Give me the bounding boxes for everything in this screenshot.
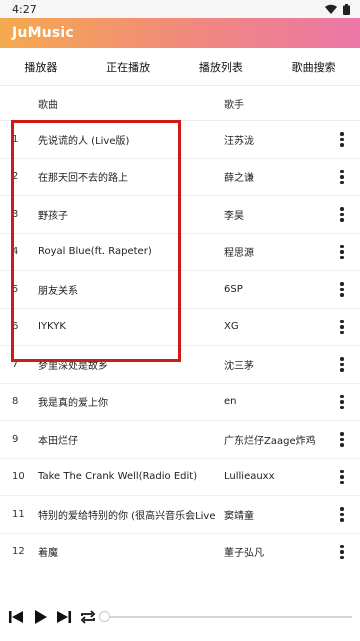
song-artist: XG [224,321,239,333]
wifi-icon [325,4,337,14]
song-title: 野孩子 [38,210,68,222]
song-title: 着魔 [38,548,58,559]
song-number: 10 [12,471,25,483]
song-title: 在那天回不去的路上 [38,173,128,185]
song-row[interactable]: 3 野孩子 李昊 [0,196,360,234]
more-vert-icon[interactable] [334,389,350,416]
progress-thumb[interactable] [99,611,110,622]
more-vert-icon[interactable] [334,351,350,378]
song-artist: 董子弘凡 [224,548,264,559]
song-title: IYKYK [38,321,66,333]
song-title: 我是真的爱上你 [38,398,108,410]
song-artist: 汪苏泷 [224,135,254,147]
skip-next-icon [57,611,71,623]
song-row[interactable]: 6 IYKYK XG [0,309,360,346]
song-title: 本田烂仔 [38,435,78,447]
more-vert-icon[interactable] [334,201,350,228]
song-artist: 6SP [224,283,243,295]
song-number: 9 [12,433,19,445]
song-number: 6 [12,321,19,333]
song-row[interactable]: 8 我是真的爱上你 en [0,384,360,421]
song-row[interactable]: 10 Take The Crank Well(Radio Edit) Lulliea… [0,459,360,496]
player-bar [0,598,360,636]
song-artist: 程思源 [224,248,254,260]
battery-icon [343,3,350,15]
header-title: 歌曲 [38,99,58,111]
more-vert-icon[interactable] [334,276,350,303]
progress-track[interactable] [102,616,352,618]
next-button[interactable] [54,607,74,627]
song-row[interactable]: 4 Royal Blue(ft. Rapeter) 程思源 [0,234,360,271]
more-vert-icon[interactable] [334,464,350,491]
more-vert-icon[interactable] [334,239,350,266]
song-number: 3 [12,208,19,220]
song-row[interactable]: 9 本田烂仔 广东烂仔Zaage炸鸡 [0,421,360,459]
tab-song-search[interactable]: 歌曲搜索 [284,53,344,81]
song-number: 5 [12,283,19,295]
song-artist: 薛之谦 [224,173,254,185]
song-row[interactable]: 1 先说谎的人 (Live版) 汪苏泷 [0,121,360,159]
more-vert-icon[interactable] [334,126,350,153]
song-number: 12 [12,546,25,558]
song-row[interactable]: 2 在那天回不去的路上 薛之谦 [0,159,360,196]
more-vert-icon[interactable] [334,314,350,341]
table-header: 歌曲 歌手 [0,86,360,121]
tab-player[interactable]: 播放器 [16,53,65,81]
song-artist: 李昊 [224,210,244,222]
song-row[interactable]: 11 特别的爱给特别的你 (很高兴音乐会Live 窦靖童 [0,496,360,534]
header-artist: 歌手 [224,99,244,111]
tab-playlist[interactable]: 播放列表 [191,53,251,81]
song-row[interactable]: 12 着魔 董子弘凡 [0,534,360,559]
status-icons [325,3,350,15]
more-vert-icon[interactable] [334,501,350,528]
more-vert-icon[interactable] [334,164,350,191]
app-title: JuMusic [12,25,74,41]
song-artist: 沈三茅 [224,360,254,372]
song-title: 梦里深处是故乡 [38,360,108,372]
tab-bar: 播放器 正在播放 播放列表 歌曲搜索 [0,48,360,86]
app-bar: JuMusic [0,18,360,48]
status-bar: 4:27 [0,0,360,18]
song-number: 11 [12,508,25,520]
song-artist: 广东烂仔Zaage炸鸡 [224,435,316,447]
repeat-button[interactable] [78,607,98,627]
play-icon [35,610,47,624]
song-number: 1 [12,133,19,145]
song-number: 7 [12,358,19,370]
song-artist: Lullieauxx [224,471,275,483]
song-artist: en [224,396,237,408]
previous-button[interactable] [6,607,26,627]
song-artist: 窦靖童 [224,510,254,522]
song-title: Royal Blue(ft. Rapeter) [38,246,152,258]
song-title: 先说谎的人 (Live版) [38,135,130,147]
tab-now-playing[interactable]: 正在播放 [98,53,158,81]
skip-previous-icon [9,611,23,623]
more-vert-icon[interactable] [334,539,350,559]
song-number: 4 [12,246,19,258]
song-row[interactable]: 5 朋友关系 6SP [0,271,360,309]
song-number: 2 [12,171,19,183]
song-title: Take The Crank Well(Radio Edit) [38,471,198,483]
more-vert-icon[interactable] [334,426,350,453]
song-list: 1 先说谎的人 (Live版) 汪苏泷 2 在那天回不去的路上 薛之谦 3 野孩子 李昊 4 Roy… [0,121,360,559]
song-row[interactable]: 7 梦里深处是故乡 沈三茅 [0,346,360,384]
play-button[interactable] [30,607,50,627]
status-time: 4:27 [12,2,37,16]
song-number: 8 [12,396,19,408]
song-title: 特别的爱给特别的你 (很高兴音乐会Live [38,510,216,522]
song-title: 朋友关系 [38,285,78,297]
repeat-icon [80,610,96,624]
